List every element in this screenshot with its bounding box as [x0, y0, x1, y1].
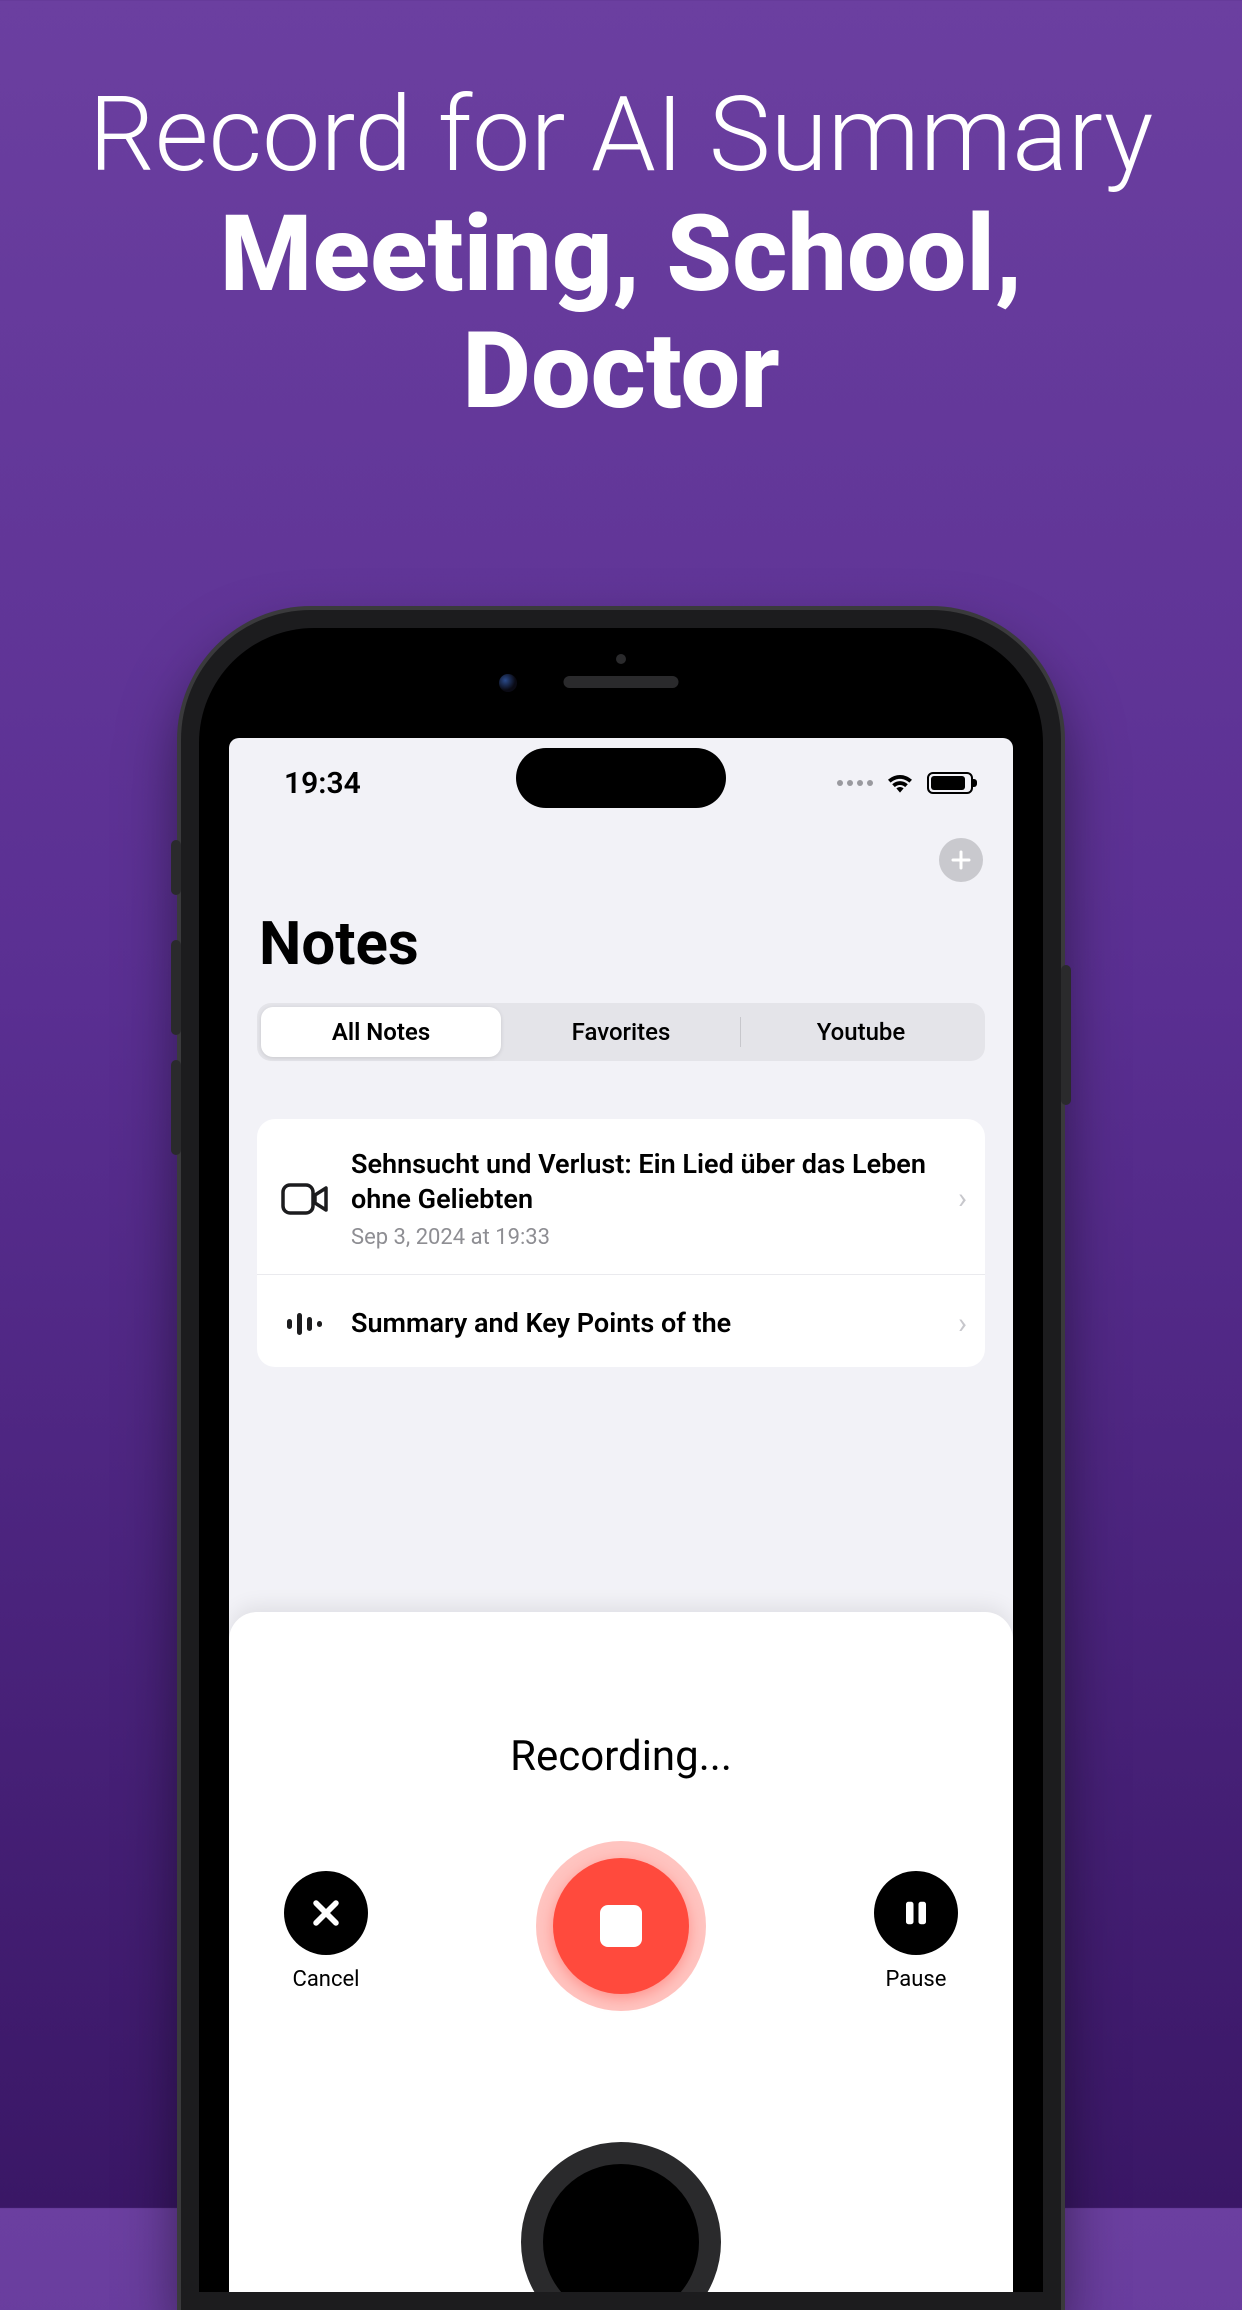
nav-actions	[229, 828, 1013, 882]
cancel-control: Cancel	[284, 1871, 368, 1992]
tab-favorites[interactable]: Favorites	[501, 1007, 741, 1057]
notes-list: Sehnsucht und Verlust: Ein Lied über das…	[257, 1119, 985, 1367]
phone-volume-down	[171, 1060, 181, 1155]
recording-status: Recording...	[229, 1732, 1013, 1781]
pause-control: Pause	[874, 1871, 958, 1992]
add-note-button[interactable]	[939, 838, 983, 882]
note-text: Sehnsucht und Verlust: Ein Lied über das…	[351, 1147, 936, 1250]
phone-screen: 19:34	[229, 738, 1013, 2292]
status-time: 19:34	[284, 766, 361, 801]
cellular-icon	[837, 780, 873, 786]
headline-line-1: Record for AI Summary	[0, 75, 1242, 196]
stop-control	[536, 1841, 706, 2011]
status-indicators	[837, 771, 973, 795]
tabs-segmented-control: All Notes Favorites Youtube	[257, 1003, 985, 1061]
phone-power-button	[1061, 965, 1071, 1105]
pause-button[interactable]	[874, 1871, 958, 1955]
chevron-right-icon: ›	[958, 1306, 967, 1341]
recording-controls: Cancel Pause	[229, 1781, 1013, 2011]
battery-icon	[927, 772, 973, 794]
tab-label: Youtube	[817, 1018, 906, 1046]
phone-sensor	[616, 654, 626, 664]
dynamic-island	[516, 748, 726, 808]
tab-all-notes[interactable]: All Notes	[261, 1007, 501, 1057]
cancel-button[interactable]	[284, 1871, 368, 1955]
note-text: Summary and Key Points of the	[351, 1306, 936, 1341]
phone-volume-up	[171, 940, 181, 1035]
audio-bars-icon	[281, 1303, 329, 1343]
note-title: Sehnsucht und Verlust: Ein Lied über das…	[351, 1147, 936, 1217]
phone-frame: 19:34	[181, 610, 1061, 2310]
cancel-label: Cancel	[293, 1967, 360, 1992]
phone-speaker	[564, 676, 679, 688]
note-row[interactable]: Sehnsucht und Verlust: Ein Lied über das…	[257, 1119, 985, 1274]
headline-line-2: Meeting, School,	[0, 196, 1242, 313]
note-row[interactable]: Summary and Key Points of the ›	[257, 1274, 985, 1367]
phone-bezel: 19:34	[199, 628, 1043, 2292]
chevron-right-icon: ›	[958, 1181, 967, 1216]
page-title: Notes	[229, 882, 1013, 1003]
tab-youtube[interactable]: Youtube	[741, 1007, 981, 1057]
video-icon	[281, 1179, 329, 1219]
phone-front-camera	[499, 674, 517, 692]
pause-label: Pause	[886, 1967, 947, 1992]
wifi-icon	[885, 771, 915, 795]
note-title: Summary and Key Points of the	[351, 1306, 936, 1341]
tab-label: Favorites	[572, 1018, 671, 1046]
headline-line-3: Doctor	[0, 313, 1242, 430]
stop-icon	[600, 1905, 642, 1947]
marketing-headline: Record for AI Summary Meeting, School, D…	[0, 0, 1242, 429]
phone-mute-switch	[171, 840, 181, 895]
tab-label: All Notes	[332, 1018, 430, 1046]
status-bar: 19:34	[229, 738, 1013, 828]
stop-recording-button[interactable]	[553, 1858, 689, 1994]
note-date: Sep 3, 2024 at 19:33	[351, 1225, 936, 1250]
